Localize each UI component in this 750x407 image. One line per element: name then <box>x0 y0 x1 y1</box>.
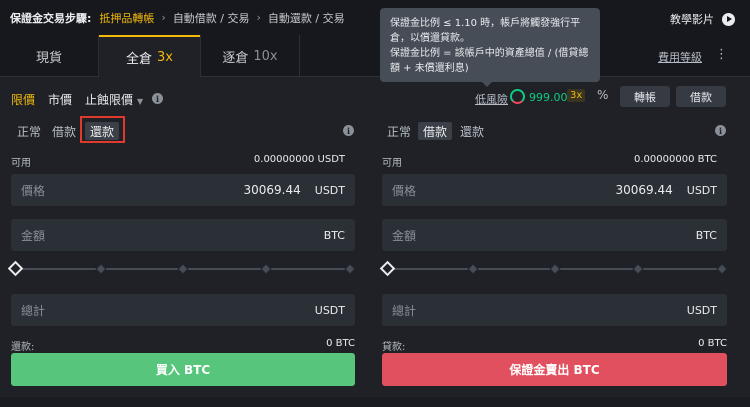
slider-step-25[interactable] <box>467 263 479 275</box>
available-value: 0.00000000 BTC <box>634 154 717 165</box>
bottom-strip <box>0 397 750 407</box>
step-collateral-transfer[interactable]: 抵押品轉帳 <box>99 10 154 26</box>
price-field[interactable]: 價格 30069.44 USDT <box>382 174 727 206</box>
total-field[interactable]: 總計 USDT <box>11 294 355 326</box>
info-icon[interactable]: i <box>152 93 163 104</box>
price-value: 30069.44 <box>243 183 301 197</box>
amount-slider[interactable] <box>7 260 356 277</box>
slider-handle[interactable] <box>7 260 24 277</box>
slider-step-100[interactable] <box>344 263 356 275</box>
slider-step-75[interactable] <box>260 263 272 275</box>
slider-handle[interactable] <box>379 260 396 277</box>
price-label: 價格 <box>392 183 417 198</box>
total-unit: USDT <box>686 303 717 317</box>
price-label: 價格 <box>21 183 46 198</box>
price-unit: USDT <box>686 183 717 197</box>
available-value: 0.00000000 USDT <box>253 154 345 165</box>
risk-level-link[interactable]: 低風險 <box>475 91 508 107</box>
loan-label: 貸款: <box>382 342 406 353</box>
slider-step-50[interactable] <box>177 263 189 275</box>
amount-field[interactable]: 金額 BTC <box>382 219 727 251</box>
more-vertical-icon[interactable]: ⋮ <box>715 47 728 62</box>
tutorial-video-link[interactable]: 教學影片 <box>670 11 735 27</box>
buy-button[interactable]: 買入 BTC <box>11 353 355 386</box>
margin-tabs: 現貨 全倉 3x 逐倉 10x <box>0 35 750 77</box>
highlight-box <box>80 116 125 143</box>
tab-label: 現貨 <box>35 50 62 66</box>
mode-borrow[interactable]: 借款 <box>52 122 76 140</box>
order-type-limit[interactable]: 限價 <box>11 91 35 108</box>
tooltip-arrow <box>481 81 493 87</box>
fee-level-link[interactable]: 費用等級 <box>658 49 702 65</box>
tab-spot[interactable]: 現貨 <box>0 35 98 77</box>
total-label: 總計 <box>21 303 46 318</box>
total-field[interactable]: 總計 USDT <box>382 294 727 326</box>
total-unit: USDT <box>314 303 345 317</box>
tooltip-line: 保證金比例 = 該帳戶中的資產總值 / (借貸總 <box>390 48 589 59</box>
chevron-right-icon: › <box>161 11 166 24</box>
percent-icon[interactable]: % <box>597 88 608 102</box>
risk-gauge-icon <box>510 89 525 104</box>
step-auto-borrow[interactable]: 自動借款 / 交易 <box>173 10 250 26</box>
amount-unit: BTC <box>323 228 345 242</box>
tooltip-line: 倉，以償還貸款。 <box>390 33 470 44</box>
mode-repay[interactable]: 還款 <box>460 122 484 140</box>
tab-label: 逐倉 <box>222 50 249 66</box>
play-icon <box>722 12 735 26</box>
steps-title: 保證金交易步驟: <box>10 11 92 25</box>
info-icon[interactable]: i <box>715 125 726 136</box>
mode-normal[interactable]: 正常 <box>387 122 411 140</box>
chevron-right-icon: › <box>256 11 261 24</box>
available-label: 可用 <box>382 158 402 169</box>
repay-value: 0 BTC <box>326 338 355 349</box>
tab-isolated[interactable]: 逐倉 10x <box>201 35 299 77</box>
amount-slider[interactable] <box>379 260 728 277</box>
transfer-button[interactable]: 轉帳 <box>620 86 670 107</box>
margin-ratio-tooltip: 保證金比例 ≤ 1.10 時，帳戶將觸發強行平 倉，以償還貸款。 保證金比例 =… <box>380 8 600 82</box>
price-field[interactable]: 價格 30069.44 USDT <box>11 174 355 206</box>
slider-step-75[interactable] <box>632 263 644 275</box>
tab-cross[interactable]: 全倉 3x <box>99 35 200 77</box>
tab-leverage: 3x <box>157 49 173 65</box>
order-type-market[interactable]: 市價 <box>48 91 72 108</box>
margin-sell-button[interactable]: 保證金賣出 BTC <box>382 353 727 386</box>
tutorial-label: 教學影片 <box>670 13 714 26</box>
tooltip-line: 保證金比例 ≤ 1.10 時，帳戶將觸發強行平 <box>390 18 581 29</box>
repay-label: 還款: <box>11 342 35 353</box>
tab-label: 全倉 <box>126 51 153 67</box>
tooltip-line: 額 + 未償還利息) <box>390 63 469 74</box>
slider-step-25[interactable] <box>95 263 107 275</box>
borrow-button[interactable]: 借款 <box>676 86 726 107</box>
steps-bar: 保證金交易步驟: 抵押品轉帳 › 自動借款 / 交易 › 自動還款 / 交易 <box>0 0 750 35</box>
amount-label: 金額 <box>21 228 46 243</box>
loan-value: 0 BTC <box>698 338 727 349</box>
amount-field[interactable]: 金額 BTC <box>11 219 355 251</box>
stop-limit-label: 止蝕限價 <box>85 93 134 107</box>
available-label: 可用 <box>11 158 31 169</box>
info-icon[interactable]: i <box>343 125 354 136</box>
leverage-badge[interactable]: 3x <box>567 89 586 102</box>
caret-down-icon: ▼ <box>137 97 144 106</box>
mode-borrow[interactable]: 借款 <box>418 122 453 140</box>
tab-leverage: 10x <box>253 48 278 64</box>
price-unit: USDT <box>314 183 345 197</box>
amount-label: 金額 <box>392 228 417 243</box>
amount-unit: BTC <box>695 228 717 242</box>
slider-step-100[interactable] <box>716 263 728 275</box>
step-auto-repay[interactable]: 自動還款 / 交易 <box>268 10 345 26</box>
margin-ratio-value: 999.00 <box>529 91 568 104</box>
order-type-stop-limit[interactable]: 止蝕限價 ▼ <box>85 91 143 108</box>
total-label: 總計 <box>392 303 417 318</box>
mode-normal[interactable]: 正常 <box>17 122 41 140</box>
slider-step-50[interactable] <box>549 263 561 275</box>
price-value: 30069.44 <box>615 183 673 197</box>
